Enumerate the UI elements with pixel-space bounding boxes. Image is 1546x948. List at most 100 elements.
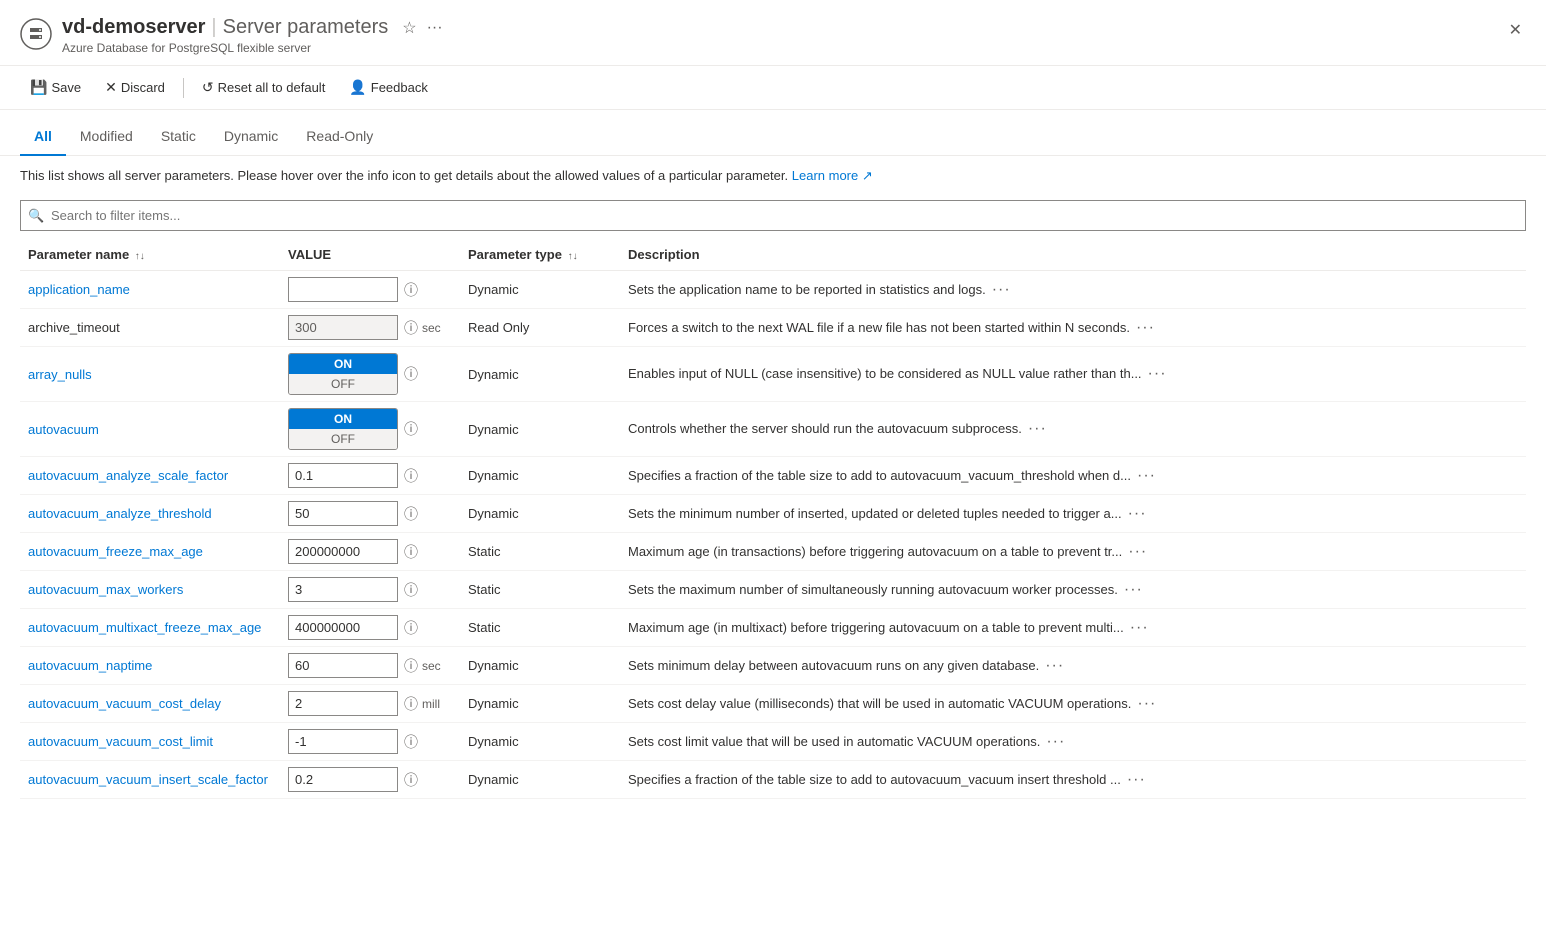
- tab-static[interactable]: Static: [147, 118, 210, 156]
- param-name-link[interactable]: autovacuum: [28, 422, 99, 437]
- info-icon[interactable]: ⓘ: [404, 504, 418, 524]
- unit-label: sec: [422, 321, 441, 335]
- param-name-link[interactable]: autovacuum_vacuum_cost_limit: [28, 734, 213, 749]
- more-options-button[interactable]: ···: [1118, 579, 1149, 601]
- info-icon[interactable]: ⓘ: [404, 542, 418, 562]
- param-value-input[interactable]: [288, 501, 398, 526]
- tab-all[interactable]: All: [20, 118, 66, 156]
- tab-readonly[interactable]: Read-Only: [292, 118, 387, 156]
- param-description: Maximum age (in transactions) before tri…: [620, 533, 1526, 571]
- param-description: Enables input of NULL (case insensitive)…: [620, 347, 1526, 402]
- param-name-link[interactable]: autovacuum_freeze_max_age: [28, 544, 203, 559]
- param-name-link[interactable]: array_nulls: [28, 367, 92, 382]
- search-bar: 🔍: [20, 200, 1526, 231]
- info-icon[interactable]: ⓘ: [404, 694, 418, 714]
- param-name-link[interactable]: autovacuum_multixact_freeze_max_age: [28, 620, 261, 635]
- param-value-input[interactable]: [288, 577, 398, 602]
- param-value-input[interactable]: [288, 463, 398, 488]
- param-type: Static: [460, 533, 620, 571]
- info-icon[interactable]: ⓘ: [404, 280, 418, 300]
- param-name-link[interactable]: autovacuum_vacuum_insert_scale_factor: [28, 772, 268, 787]
- search-input[interactable]: [20, 200, 1526, 231]
- info-icon[interactable]: ⓘ: [404, 618, 418, 638]
- more-options-button[interactable]: ···: [1131, 465, 1162, 487]
- col-header-type[interactable]: Parameter type ↑↓: [460, 239, 620, 271]
- param-description: Specifies a fraction of the table size t…: [620, 457, 1526, 495]
- reset-icon: ↺: [202, 79, 214, 96]
- feedback-icon: 👤: [349, 79, 366, 96]
- table-row: archive_timeoutⓘsecRead OnlyForces a swi…: [20, 309, 1526, 347]
- param-value-input: [288, 315, 398, 340]
- param-value-cell: ⓘ: [280, 495, 460, 533]
- param-description: Sets cost limit value that will be used …: [620, 723, 1526, 761]
- table-row: autovacuum_freeze_max_age ⓘ StaticMaximum …: [20, 533, 1526, 571]
- tab-modified[interactable]: Modified: [66, 118, 147, 156]
- reset-button[interactable]: ↺ Reset all to default: [192, 74, 335, 101]
- info-icon[interactable]: ⓘ: [404, 318, 418, 338]
- learn-more-link[interactable]: Learn more ↗: [792, 168, 873, 183]
- more-options-button[interactable]: ···: [1122, 503, 1153, 525]
- info-icon[interactable]: ⓘ: [404, 419, 418, 439]
- param-value-input[interactable]: [288, 729, 398, 754]
- more-options-button[interactable]: ···: [1022, 418, 1053, 440]
- sort-name-icon: ↑↓: [135, 251, 145, 262]
- more-options-button[interactable]: ···: [1040, 731, 1071, 753]
- param-value-input[interactable]: [288, 539, 398, 564]
- more-options-icon[interactable]: ···: [427, 19, 443, 37]
- param-value-cell: ⓘ: [280, 457, 460, 495]
- more-options-button[interactable]: ···: [1130, 317, 1161, 339]
- feedback-button[interactable]: 👤 Feedback: [339, 74, 438, 101]
- info-icon[interactable]: ⓘ: [404, 364, 418, 384]
- more-options-button[interactable]: ···: [1142, 363, 1173, 385]
- table-row: autovacuum_vacuum_insert_scale_factor ⓘ Dy…: [20, 761, 1526, 799]
- server-icon: [20, 18, 52, 50]
- close-button[interactable]: ✕: [1505, 16, 1526, 44]
- param-type: Read Only: [460, 309, 620, 347]
- toggle-switch[interactable]: ONOFF: [288, 353, 398, 395]
- param-type: Dynamic: [460, 761, 620, 799]
- star-icon[interactable]: ☆: [402, 18, 416, 38]
- param-type: Dynamic: [460, 495, 620, 533]
- table-row: autovacuum_analyze_scale_factorⓘDynamicS…: [20, 457, 1526, 495]
- more-options-button[interactable]: ···: [1131, 693, 1162, 715]
- param-value-input[interactable]: [288, 615, 398, 640]
- more-options-button[interactable]: ···: [986, 279, 1017, 301]
- param-value-input[interactable]: [288, 653, 398, 678]
- more-options-button[interactable]: ···: [1039, 655, 1070, 677]
- param-name-link[interactable]: autovacuum_max_workers: [28, 582, 183, 597]
- param-value-input[interactable]: [288, 767, 398, 792]
- table-row: autovacuum_vacuum_cost_delayⓘmillDynamic…: [20, 685, 1526, 723]
- toggle-on-label: ON: [289, 354, 397, 374]
- info-icon[interactable]: ⓘ: [404, 466, 418, 486]
- info-text: This list shows all server parameters. P…: [0, 156, 1546, 192]
- table-header-row: Parameter name ↑↓ VALUE Parameter type ↑…: [20, 239, 1526, 271]
- table-row: autovacuum_max_workersⓘStaticSets the ma…: [20, 571, 1526, 609]
- search-icon: 🔍: [28, 208, 44, 224]
- tab-dynamic[interactable]: Dynamic: [210, 118, 292, 156]
- param-name-link[interactable]: autovacuum_naptime: [28, 658, 152, 673]
- toggle-switch[interactable]: ONOFF: [288, 408, 398, 450]
- save-button[interactable]: 💾 Save: [20, 74, 91, 101]
- info-icon[interactable]: ⓘ: [404, 580, 418, 600]
- col-header-name[interactable]: Parameter name ↑↓: [20, 239, 280, 271]
- param-value-input[interactable]: [288, 277, 398, 302]
- table-row: application_nameⓘDynamicSets the applica…: [20, 271, 1526, 309]
- discard-button[interactable]: ✕ Discard: [95, 74, 175, 101]
- info-icon[interactable]: ⓘ: [404, 656, 418, 676]
- param-name-link[interactable]: autovacuum_analyze_scale_factor: [28, 468, 228, 483]
- info-icon[interactable]: ⓘ: [404, 732, 418, 752]
- more-options-button[interactable]: ···: [1122, 541, 1153, 563]
- info-icon[interactable]: ⓘ: [404, 770, 418, 790]
- table-row: autovacuum_naptimeⓘsecDynamicSets minimu…: [20, 647, 1526, 685]
- more-options-button[interactable]: ···: [1124, 617, 1155, 639]
- param-description: Sets the minimum number of inserted, upd…: [620, 495, 1526, 533]
- title-block: vd-demoserver | Server parameters ☆ ··· …: [62, 16, 1505, 55]
- param-type: Dynamic: [460, 685, 620, 723]
- param-value-cell: ⓘ sec: [280, 309, 460, 347]
- more-options-button[interactable]: ···: [1121, 769, 1152, 791]
- param-type: Dynamic: [460, 271, 620, 309]
- param-value-input[interactable]: [288, 691, 398, 716]
- param-name-link[interactable]: autovacuum_analyze_threshold: [28, 506, 212, 521]
- param-name-link[interactable]: application_name: [28, 282, 130, 297]
- param-name-link[interactable]: autovacuum_vacuum_cost_delay: [28, 696, 221, 711]
